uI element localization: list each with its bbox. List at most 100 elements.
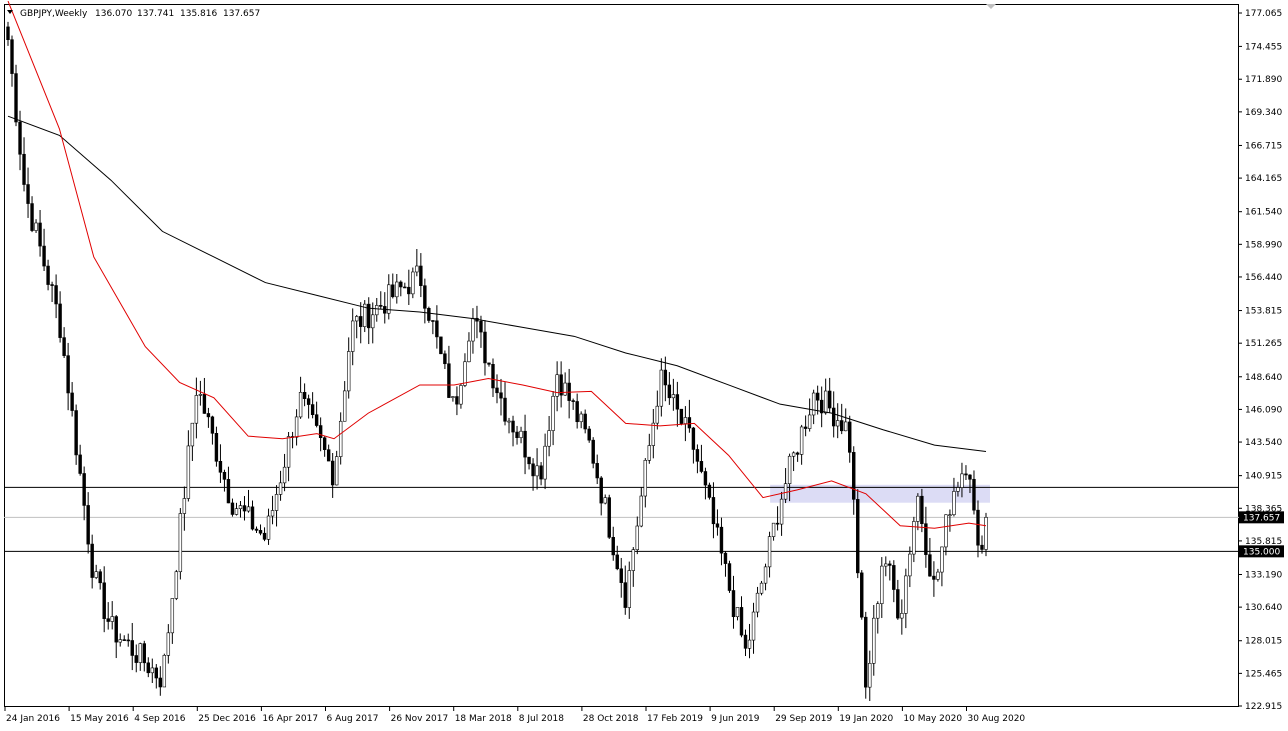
candle-body: [759, 582, 764, 594]
candle-body: [511, 420, 515, 433]
time-tick-label: 26 Nov 2017: [391, 714, 449, 724]
candle-body: [880, 565, 884, 604]
candle-body: [892, 565, 896, 590]
candle-body: [222, 471, 227, 480]
candle-body: [26, 184, 30, 204]
price-tick-label: 166.715: [1245, 141, 1282, 151]
candle-body: [619, 568, 623, 583]
candle-body: [639, 495, 643, 527]
candle-body: [50, 284, 54, 286]
time-tick-label: 30 Aug 2020: [968, 714, 1026, 724]
chart-shift-marker-icon[interactable]: [986, 4, 996, 9]
candle-body: [242, 505, 247, 512]
candle-body: [74, 410, 78, 456]
time-tick-label: 6 Aug 2017: [327, 714, 379, 724]
time-tick-label: 4 Sep 2016: [134, 714, 186, 724]
time-tick-label: 9 Jun 2019: [711, 714, 760, 724]
candle-body: [679, 408, 684, 424]
candle-body: [379, 305, 383, 307]
price-tick-label: 130.640: [1245, 603, 1282, 613]
candle-body: [338, 420, 343, 457]
time-tick-label: 25 Dec 2016: [198, 714, 256, 724]
candle-body: [54, 285, 58, 305]
candle-body: [258, 530, 263, 534]
candle-body: [118, 639, 122, 643]
candle-body: [687, 417, 692, 429]
candle-body: [166, 632, 171, 656]
candle-body: [815, 392, 820, 401]
candle-body: [964, 473, 968, 476]
candle-body: [807, 414, 812, 429]
candle-body: [904, 575, 908, 614]
candle-body: [864, 616, 868, 688]
candle-body: [146, 662, 150, 674]
candle-body: [976, 509, 980, 546]
candle-body: [435, 320, 439, 338]
candle-body: [415, 265, 419, 273]
candle-body: [314, 414, 319, 426]
candle-body: [779, 498, 784, 525]
candle-body: [134, 655, 138, 663]
current-price-label: 137.657: [1243, 513, 1280, 523]
candle-body: [22, 153, 26, 185]
candle-body: [250, 506, 255, 530]
ohlc-low: 135.816: [180, 9, 217, 19]
price-axis[interactable]: 177.065 174.455 171.890 169.340 166.715 164.1…: [1238, 9, 1284, 712]
candle-body: [643, 460, 648, 497]
candle-body: [671, 394, 676, 399]
candle-body: [322, 437, 327, 450]
candle-body: [318, 425, 323, 438]
candle-body: [70, 392, 74, 411]
candle-body: [795, 452, 800, 455]
ohlc-open: 136.070: [95, 9, 132, 19]
candle-body: [278, 482, 283, 495]
candle-body: [835, 420, 840, 427]
candle-body: [699, 461, 704, 472]
price-tick-label: 171.890: [1245, 75, 1282, 85]
candle-body: [471, 317, 475, 342]
fast-moving-average-line: [7, 0, 987, 529]
candle-body: [579, 413, 583, 423]
candle-body: [86, 505, 90, 545]
candle-body: [30, 203, 34, 231]
candle-body: [106, 618, 110, 622]
time-axis[interactable]: 24 Jan 2016 15 May 2016 4 Sep 2016 25 Dec 2…: [4, 706, 1026, 724]
candle-body: [607, 497, 611, 538]
chart-canvas[interactable]: GBPJPY,Weekly 136.070 137.741 135.816 13…: [0, 0, 1288, 731]
candle-body: [647, 445, 652, 461]
candle-body: [523, 430, 527, 458]
candle-body: [683, 417, 688, 424]
candle-body: [274, 494, 279, 511]
time-tick-label: 17 Feb 2019: [647, 714, 703, 724]
candle-body: [407, 286, 411, 295]
candle-body: [487, 362, 491, 365]
candle-body: [182, 498, 187, 514]
candle-body: [515, 431, 519, 438]
time-tick-label: 18 Mar 2018: [455, 714, 512, 724]
candle-body: [944, 514, 948, 548]
price-tick-label: 153.815: [1245, 307, 1282, 317]
candle-body: [6, 26, 10, 40]
candle-body: [691, 427, 696, 450]
candle-body: [563, 382, 567, 396]
candle-body: [583, 413, 587, 430]
chart-window[interactable]: GBPJPY,Weekly 136.070 137.741 135.816 13…: [0, 0, 1288, 731]
candle-body: [439, 336, 443, 355]
candle-body: [38, 222, 42, 247]
candle-body: [735, 607, 740, 618]
candle-body: [130, 640, 134, 656]
candle-body: [575, 401, 579, 423]
candle-body: [194, 395, 199, 424]
candle-body: [114, 616, 118, 643]
candle-body: [403, 286, 407, 289]
candle-body: [495, 387, 499, 394]
candle-body: [787, 455, 792, 484]
candle-body: [884, 563, 888, 567]
price-tick-label: 161.540: [1245, 208, 1282, 218]
candle-body: [266, 515, 271, 540]
candle-body: [611, 537, 615, 556]
candle-body: [158, 677, 163, 688]
candle-body: [122, 639, 126, 641]
candle-body: [739, 607, 744, 636]
price-tick-label: 177.065: [1245, 9, 1282, 19]
